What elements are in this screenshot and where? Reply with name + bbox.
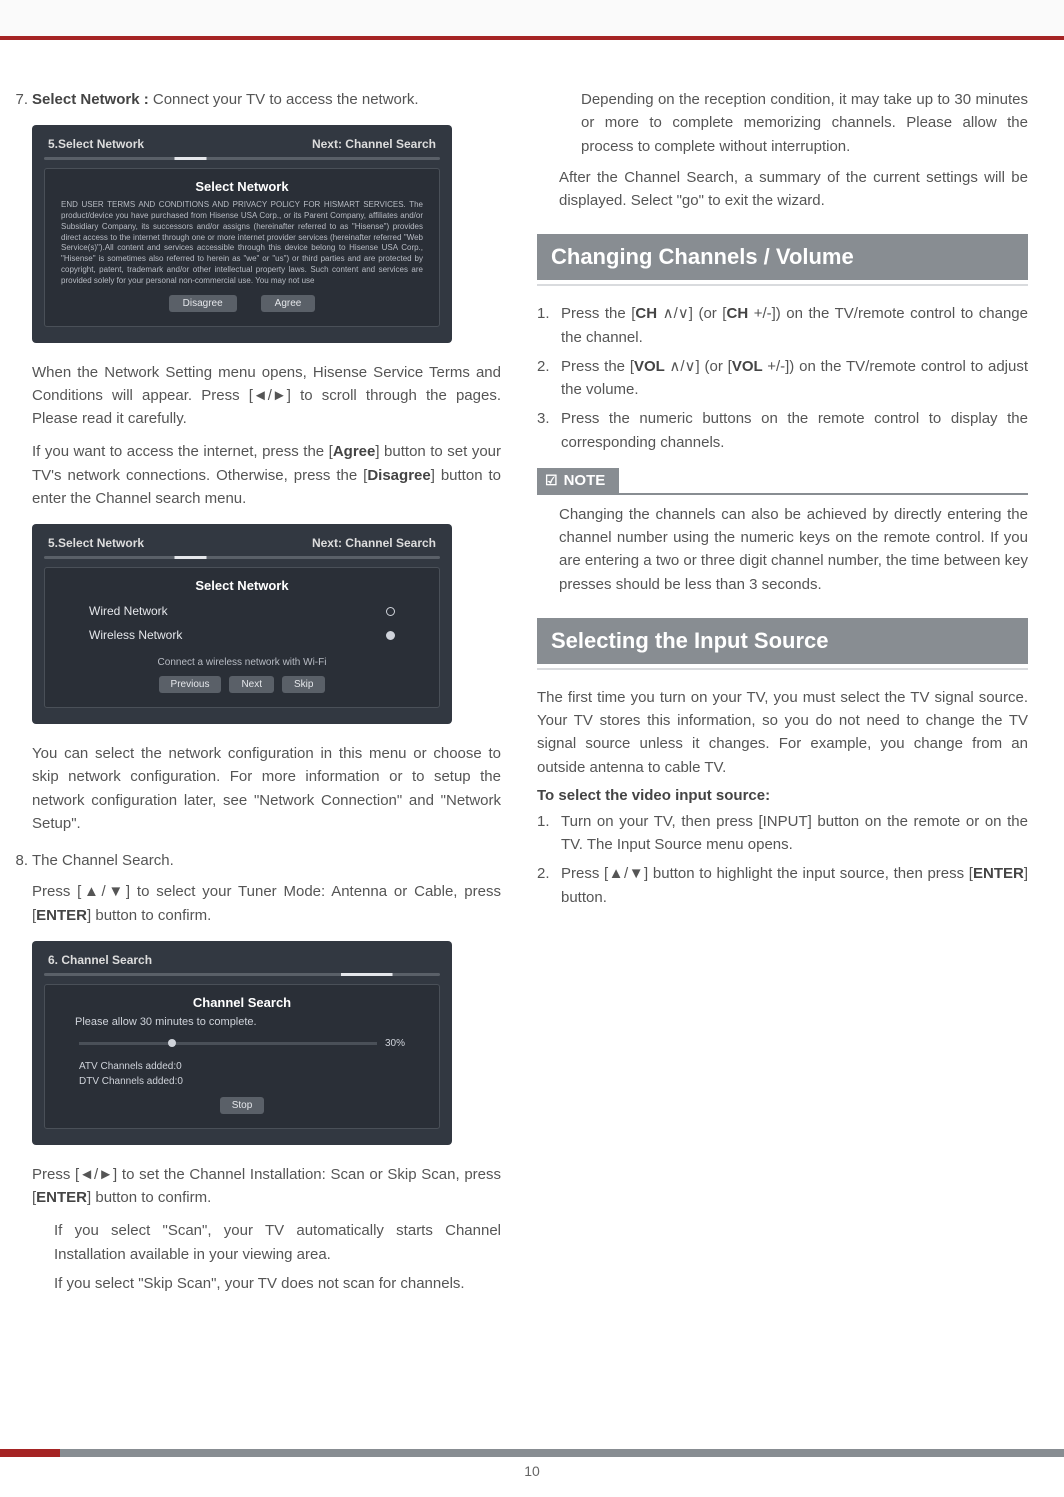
scr3-msg: Please allow 30 minutes to complete. bbox=[75, 1016, 409, 1028]
note-tag: ☑ NOTE bbox=[537, 468, 619, 493]
radio-selected-icon bbox=[386, 631, 395, 640]
sec2-li2: Press [▲/▼] button to highlight the inpu… bbox=[561, 862, 1028, 909]
sec2-item-1: 1. Turn on your TV, then press [INPUT] b… bbox=[537, 810, 1028, 857]
scr2-panel: Select Network Wired Network Wireless Ne… bbox=[44, 567, 440, 708]
ol-num: 1. bbox=[537, 302, 555, 349]
footer-rule-grey bbox=[60, 1449, 1064, 1457]
sec2-p1: The first time you turn on your TV, you … bbox=[537, 686, 1028, 779]
ol-num: 2. bbox=[537, 355, 555, 402]
sec2-subheading: To select the video input source: bbox=[537, 787, 1028, 804]
note-underline bbox=[537, 493, 1028, 495]
scr1-heading: Select Network bbox=[61, 179, 423, 194]
screenshot-select-network-terms: 5.Select Network Next: Channel Search Se… bbox=[32, 125, 452, 342]
left-column: 7. Select Network : Connect your TV to a… bbox=[10, 88, 501, 1423]
page-content: 7. Select Network : Connect your TV to a… bbox=[0, 40, 1064, 1443]
step-7-p2: If you want to access the internet, pres… bbox=[32, 440, 501, 510]
step-7-lead: Select Network : bbox=[32, 91, 153, 108]
wireless-network-label: Wireless Network bbox=[89, 628, 182, 642]
scr1-step-right: Next: Channel Search bbox=[312, 137, 436, 151]
page-footer: 10 bbox=[0, 1443, 1064, 1497]
scr3-step-left: 6. Channel Search bbox=[48, 953, 152, 967]
skip-button[interactable]: Skip bbox=[282, 676, 325, 693]
scr2-heading: Select Network bbox=[85, 578, 399, 593]
step-8-p4: If you select "Skip Scan", your TV does … bbox=[54, 1272, 501, 1295]
step-number: 7. bbox=[10, 88, 28, 111]
progress-handle-icon bbox=[168, 1039, 176, 1047]
sec1-li3: Press the numeric buttons on the remote … bbox=[561, 407, 1028, 454]
scr1-panel: Select Network END USER TERMS AND CONDIT… bbox=[44, 168, 440, 326]
wired-network-label: Wired Network bbox=[89, 604, 168, 618]
section-rule-1 bbox=[537, 284, 1028, 286]
right-top-p1: Depending on the reception condition, it… bbox=[581, 88, 1028, 158]
previous-button[interactable]: Previous bbox=[159, 676, 222, 693]
step-8-p2: Press [◄/►] to set the Channel Installat… bbox=[32, 1163, 501, 1210]
step-8-title: The Channel Search. bbox=[32, 849, 174, 872]
section-changing-channels: Changing Channels / Volume bbox=[537, 234, 1028, 280]
radio-icon bbox=[386, 607, 395, 616]
step-7-p1: When the Network Setting menu opens, His… bbox=[32, 361, 501, 431]
screenshot-channel-search: 6. Channel Search Channel Search Please … bbox=[32, 941, 452, 1145]
stop-button[interactable]: Stop bbox=[220, 1097, 265, 1114]
sec1-item-2: 2. Press the [VOL ∧/∨] (or [VOL +/-]) on… bbox=[537, 355, 1028, 402]
scr1-tabline bbox=[44, 157, 440, 160]
sec1-li1: Press the [CH ∧/∨] (or [CH +/-]) on the … bbox=[561, 302, 1028, 349]
note-block: ☑ NOTE Changing the channels can also be… bbox=[537, 460, 1028, 596]
step-8: 8. The Channel Search. bbox=[10, 849, 501, 872]
scr3-panel: Channel Search Please allow 30 minutes t… bbox=[44, 984, 440, 1129]
footer-rule bbox=[0, 1449, 1064, 1457]
footer-rule-accent bbox=[0, 1449, 60, 1457]
scr1-terms-text: END USER TERMS AND CONDITIONS AND PRIVAC… bbox=[61, 200, 423, 286]
atv-channels: ATV Channels added:0 bbox=[75, 1059, 409, 1074]
scr2-step-left: 5.Select Network bbox=[48, 536, 144, 550]
scr2-hint: Connect a wireless network with Wi-Fi bbox=[85, 657, 399, 668]
wireless-network-option[interactable]: Wireless Network bbox=[85, 623, 399, 647]
scr1-step-left: 5.Select Network bbox=[48, 137, 144, 151]
step-7-lead-rest: Connect your TV to access the network. bbox=[153, 91, 419, 108]
next-button[interactable]: Next bbox=[229, 676, 274, 693]
checkbox-pencil-icon: ☑ bbox=[545, 472, 558, 489]
sec1-li2: Press the [VOL ∧/∨] (or [VOL +/-]) on th… bbox=[561, 355, 1028, 402]
dtv-channels: DTV Channels added:0 bbox=[75, 1074, 409, 1089]
agree-button[interactable]: Agree bbox=[261, 295, 316, 312]
progress-track bbox=[79, 1042, 377, 1045]
scr2-step-right: Next: Channel Search bbox=[312, 536, 436, 550]
step-7-p3: You can select the network configuration… bbox=[32, 742, 501, 835]
sec1-item-1: 1. Press the [CH ∧/∨] (or [CH +/-]) on t… bbox=[537, 302, 1028, 349]
right-column: Depending on the reception condition, it… bbox=[537, 88, 1028, 1423]
page-number: 10 bbox=[524, 1463, 540, 1479]
progress-bar: 30% bbox=[79, 1038, 405, 1049]
note-label: NOTE bbox=[564, 472, 606, 489]
disagree-button[interactable]: Disagree bbox=[169, 295, 237, 312]
step-number-8: 8. bbox=[10, 849, 28, 872]
ol-num: 1. bbox=[537, 810, 555, 857]
step-8-p3: If you select "Scan", your TV automatica… bbox=[54, 1219, 501, 1266]
ol-num: 3. bbox=[537, 407, 555, 454]
sec1-item-3: 3. Press the numeric buttons on the remo… bbox=[537, 407, 1028, 454]
page-header-rule bbox=[0, 0, 1064, 40]
note-text: Changing the channels can also be achiev… bbox=[559, 503, 1028, 596]
scr3-tabline bbox=[44, 973, 440, 976]
sec2-item-2: 2. Press [▲/▼] button to highlight the i… bbox=[537, 862, 1028, 909]
scr3-heading: Channel Search bbox=[75, 995, 409, 1010]
step-7: 7. Select Network : Connect your TV to a… bbox=[10, 88, 501, 111]
section-selecting-input: Selecting the Input Source bbox=[537, 618, 1028, 664]
screenshot-select-network-options: 5.Select Network Next: Channel Search Se… bbox=[32, 524, 452, 724]
step-7-intro: Select Network : Connect your TV to acce… bbox=[32, 88, 419, 111]
step-8-p1: Press [▲/▼] to select your Tuner Mode: A… bbox=[32, 880, 501, 927]
ol-num: 2. bbox=[537, 862, 555, 909]
section-rule-2 bbox=[537, 668, 1028, 670]
progress-percent: 30% bbox=[385, 1038, 405, 1049]
wired-network-option[interactable]: Wired Network bbox=[85, 599, 399, 623]
sec2-li1: Turn on your TV, then press [INPUT] butt… bbox=[561, 810, 1028, 857]
scr2-tabline bbox=[44, 556, 440, 559]
right-top-p2: After the Channel Search, a summary of t… bbox=[559, 166, 1028, 213]
